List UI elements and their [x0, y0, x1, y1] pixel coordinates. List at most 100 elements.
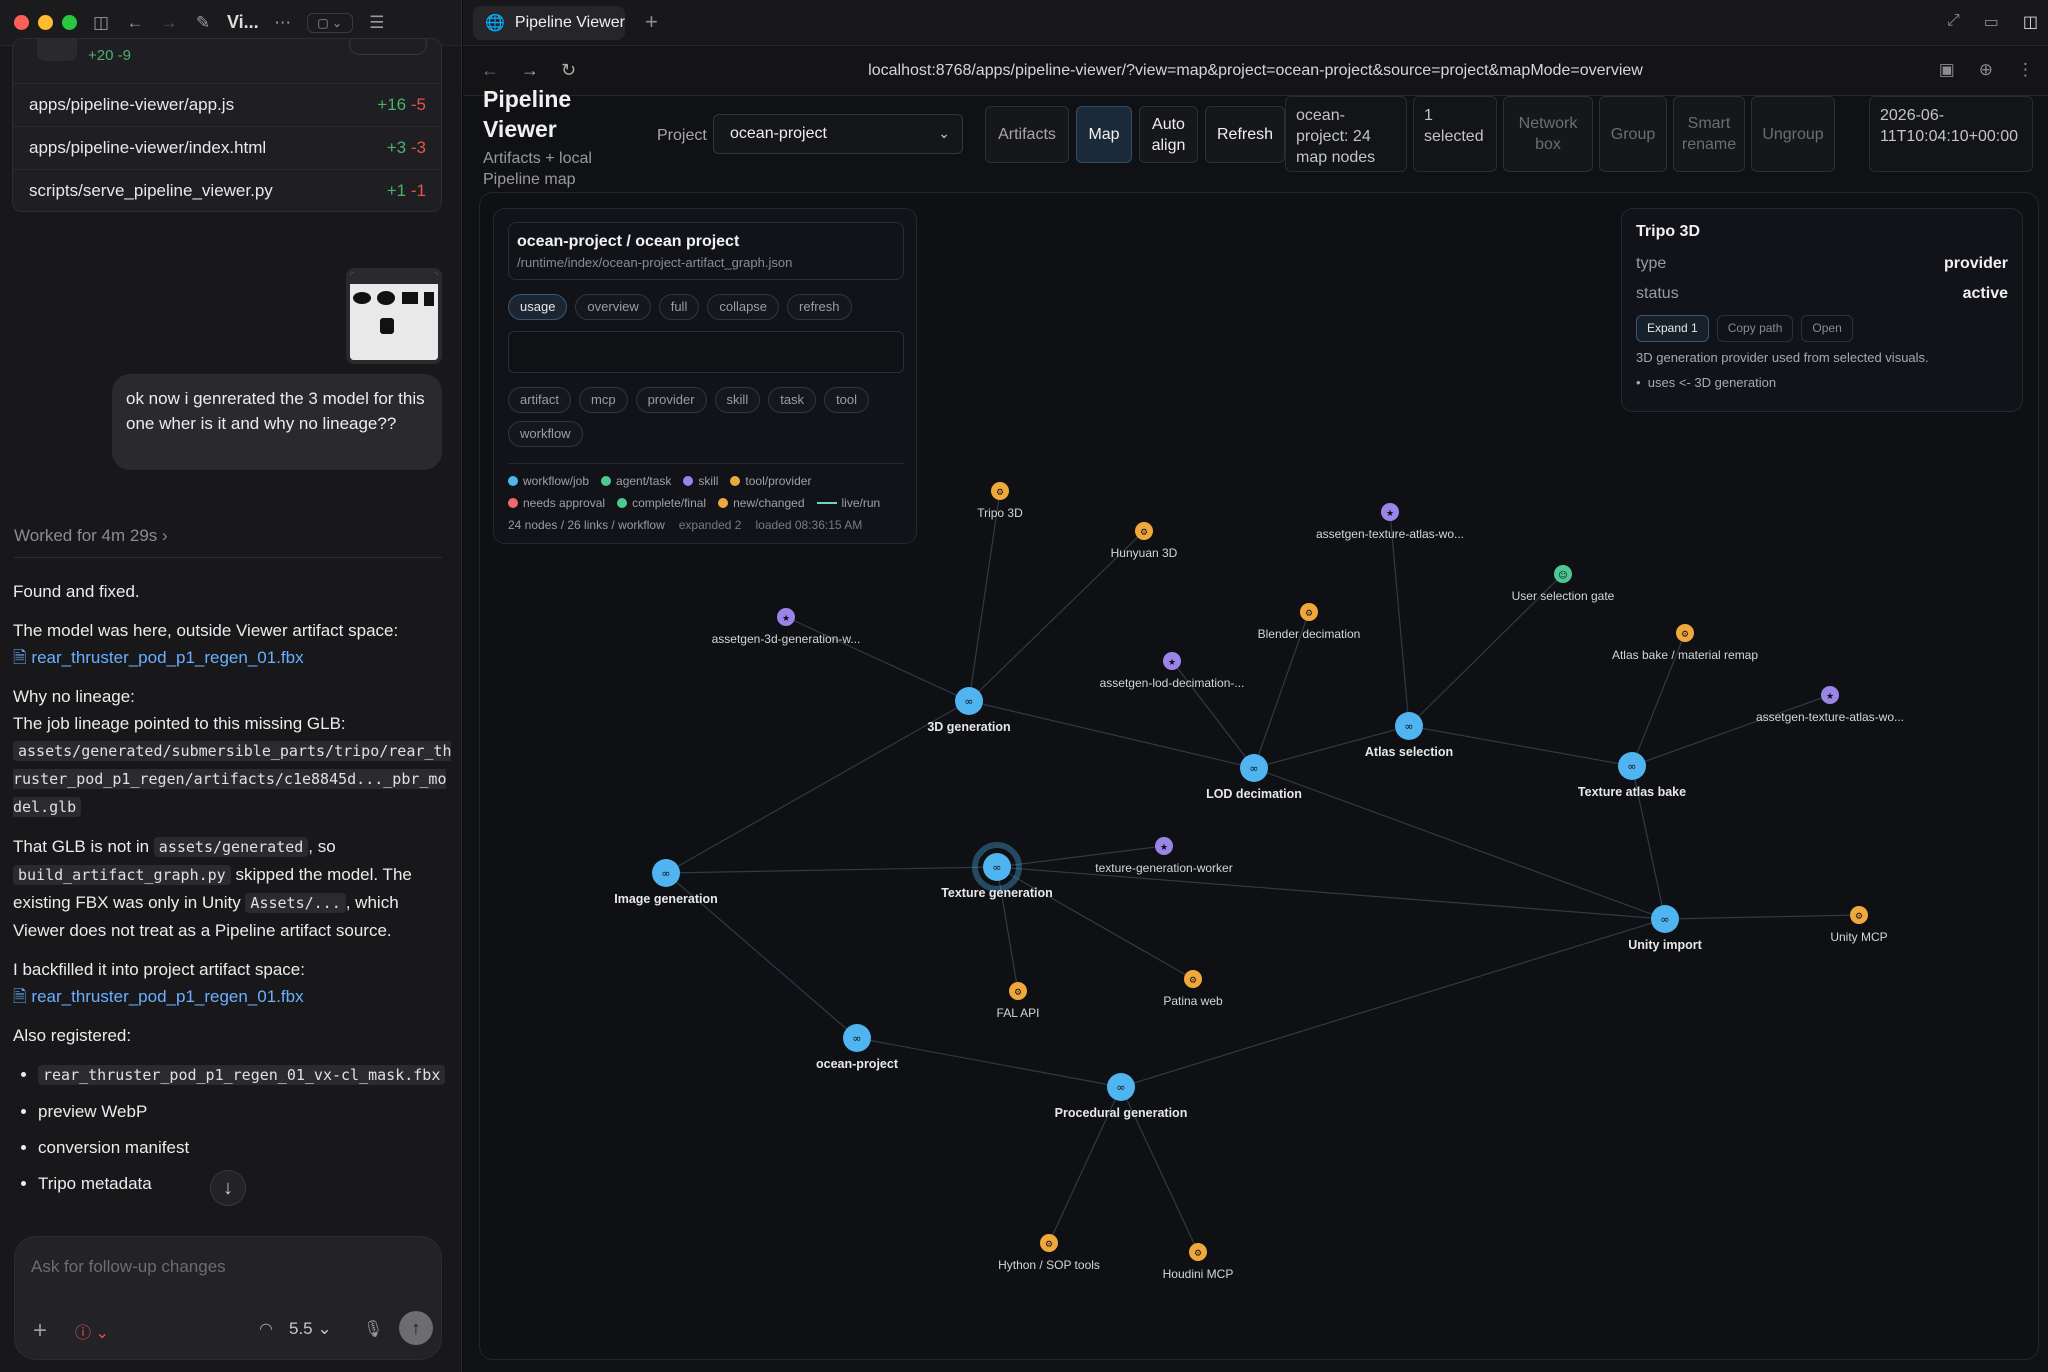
- layout-icon[interactable]: ▢ ⌄: [306, 12, 353, 33]
- panel-icon[interactable]: ▭: [1984, 12, 1999, 32]
- detail-title: Tripo 3D: [1636, 223, 1701, 240]
- forward-icon[interactable]: →: [159, 13, 179, 33]
- map-nodes-stat: ocean-project: 24 map nodes: [1285, 96, 1407, 172]
- legend-item: complete/final: [617, 496, 706, 510]
- node-label: assetgen-texture-atlas-wo...: [1316, 527, 1464, 541]
- graph-title: ocean-project / ocean project: [517, 233, 740, 250]
- artifacts-button[interactable]: Artifacts: [985, 106, 1069, 163]
- new-tab-button[interactable]: +: [645, 9, 658, 35]
- attached-image-thumbnail[interactable]: [346, 268, 442, 364]
- sidebar-toggle-icon[interactable]: ◫: [2023, 12, 2038, 32]
- plus-icon[interactable]: +: [33, 1317, 47, 1345]
- legend-item: agent/task: [601, 474, 671, 488]
- node-label: 3D generation: [927, 720, 1010, 734]
- smart-rename-button[interactable]: Smart rename: [1673, 96, 1745, 172]
- more-icon[interactable]: ⋯: [273, 13, 293, 33]
- filter-task[interactable]: task: [768, 387, 817, 413]
- node-label: FAL API: [997, 1006, 1040, 1020]
- kebab-menu-icon[interactable]: ⋮: [2017, 60, 2034, 80]
- expand-button[interactable]: Expand 1: [1636, 315, 1709, 342]
- node-label: Texture atlas bake: [1578, 785, 1686, 799]
- filter-workflow[interactable]: workflow: [508, 421, 583, 447]
- node-label: texture-generation-worker: [1095, 861, 1232, 875]
- close-window-button[interactable]: [14, 15, 29, 30]
- message-text: Found and fixed.: [13, 582, 140, 601]
- file-row[interactable]: scripts/serve_pipeline_viewer.py +1 -1: [13, 169, 441, 211]
- window-controls: [14, 15, 77, 30]
- detail-actions: Expand 1 Copy path Open: [1636, 315, 2008, 342]
- changes-summary: +20 -9: [13, 39, 441, 83]
- legend-item: tool/provider: [730, 474, 811, 488]
- ungroup-button[interactable]: Ungroup: [1751, 96, 1835, 172]
- file-icon: 🗎: [13, 987, 27, 1006]
- mode-collapse[interactable]: collapse: [707, 294, 780, 320]
- node-glyph-icon: ⚙: [1855, 912, 1863, 922]
- node-label: assetgen-lod-decimation-...: [1100, 676, 1245, 690]
- compose-icon[interactable]: ✎: [193, 13, 213, 33]
- file-icon: 🗎: [13, 648, 27, 667]
- window-title: Vi...: [227, 12, 259, 32]
- changed-files-card: +20 -9 apps/pipeline-viewer/app.js +16 -…: [12, 38, 442, 212]
- node-label: ocean-project: [816, 1057, 899, 1071]
- maximize-window-button[interactable]: [62, 15, 77, 30]
- project-select[interactable]: ocean-project ⌄: [713, 114, 963, 154]
- search-input[interactable]: [508, 331, 904, 373]
- review-pill[interactable]: [349, 39, 427, 55]
- permission-icon[interactable]: ⓘ ⌄: [75, 1319, 109, 1343]
- tab-pipeline-viewer[interactable]: 🌐 Pipeline Viewer: [473, 6, 625, 40]
- node-label: Texture generation: [941, 886, 1053, 900]
- diff-summary: +20 -9: [88, 47, 131, 64]
- file-row[interactable]: apps/pipeline-viewer/app.js +16 -5: [13, 83, 441, 126]
- filter-artifact[interactable]: artifact: [508, 387, 572, 413]
- node-label: Tripo 3D: [977, 506, 1023, 520]
- group-button[interactable]: Group: [1599, 96, 1667, 172]
- mic-icon[interactable]: 🎙: [363, 1319, 383, 1339]
- mode-usage[interactable]: usage: [508, 294, 568, 320]
- send-button[interactable]: ↑: [399, 1311, 433, 1345]
- legend-item: new/changed: [718, 496, 805, 510]
- project-label: Project: [657, 127, 707, 144]
- open-button[interactable]: Open: [1801, 315, 1853, 342]
- list-icon[interactable]: ☰: [367, 13, 387, 33]
- node-label: Hunyuan 3D: [1111, 546, 1178, 560]
- back-icon[interactable]: ←: [125, 13, 145, 33]
- mode-refresh[interactable]: refresh: [787, 294, 852, 320]
- lines-removed: -3: [410, 138, 426, 157]
- composer[interactable]: Ask for follow-up changes + ⓘ ⌄ ◠ 5.5 ⌄ …: [14, 1236, 442, 1360]
- mode-full[interactable]: full: [658, 294, 700, 320]
- file-row[interactable]: apps/pipeline-viewer/index.html +3 -3: [13, 126, 441, 169]
- assistant-panel: ◫ ← → ✎ Vi... ⋯ ▢ ⌄ ☰ +20 -9 apps/pipeli…: [0, 0, 462, 1372]
- filter-mcp[interactable]: mcp: [579, 387, 628, 413]
- app-subtitle: Artifacts + local Pipeline map: [483, 150, 592, 188]
- add-icon[interactable]: ⊕: [1979, 60, 1993, 80]
- mode-overview[interactable]: overview: [575, 294, 651, 320]
- auto-align-button[interactable]: Auto align: [1139, 106, 1198, 163]
- legend-item: needs approval: [508, 496, 605, 510]
- worked-duration[interactable]: Worked for 4m 29s ›: [14, 526, 168, 546]
- assistant-message: Found and fixed. The model was here, out…: [13, 578, 453, 1206]
- map-button[interactable]: Map: [1076, 106, 1132, 163]
- loading-icon: ◠: [259, 1321, 273, 1338]
- file-link[interactable]: rear_thruster_pod_p1_regen_01.fbx: [31, 648, 303, 667]
- sidebar-icon[interactable]: ◫: [91, 13, 111, 33]
- file-path: scripts/serve_pipeline_viewer.py: [29, 181, 273, 200]
- network-box-button[interactable]: Network box: [1503, 96, 1593, 172]
- copy-path-button[interactable]: Copy path: [1716, 315, 1794, 342]
- screenshot-icon[interactable]: ▣: [1939, 60, 1955, 80]
- composer-input[interactable]: Ask for follow-up changes: [31, 1257, 226, 1277]
- minimize-window-button[interactable]: [38, 15, 53, 30]
- scroll-down-button[interactable]: ↓: [210, 1170, 246, 1206]
- message-text: The model was here, outside Viewer artif…: [13, 621, 399, 640]
- model-selector[interactable]: 5.5 ⌄: [289, 1319, 332, 1339]
- url-field[interactable]: localhost:8768/apps/pipeline-viewer/?vie…: [463, 62, 2048, 80]
- node-label: Blender decimation: [1258, 627, 1361, 641]
- filter-tool[interactable]: tool: [824, 387, 870, 413]
- filter-skill[interactable]: skill: [714, 387, 761, 413]
- list-item: rear_thruster_pod_p1_regen_01_vx-cl_mask…: [38, 1061, 453, 1089]
- file-link[interactable]: rear_thruster_pod_p1_regen_01.fbx: [31, 987, 303, 1006]
- refresh-button[interactable]: Refresh: [1205, 106, 1285, 163]
- mode-chips: usage overview full collapse refresh: [508, 294, 908, 320]
- expand-icon[interactable]: ⤢: [1947, 12, 1960, 32]
- filter-provider[interactable]: provider: [635, 387, 707, 413]
- node-glyph-icon: ∞: [964, 695, 973, 708]
